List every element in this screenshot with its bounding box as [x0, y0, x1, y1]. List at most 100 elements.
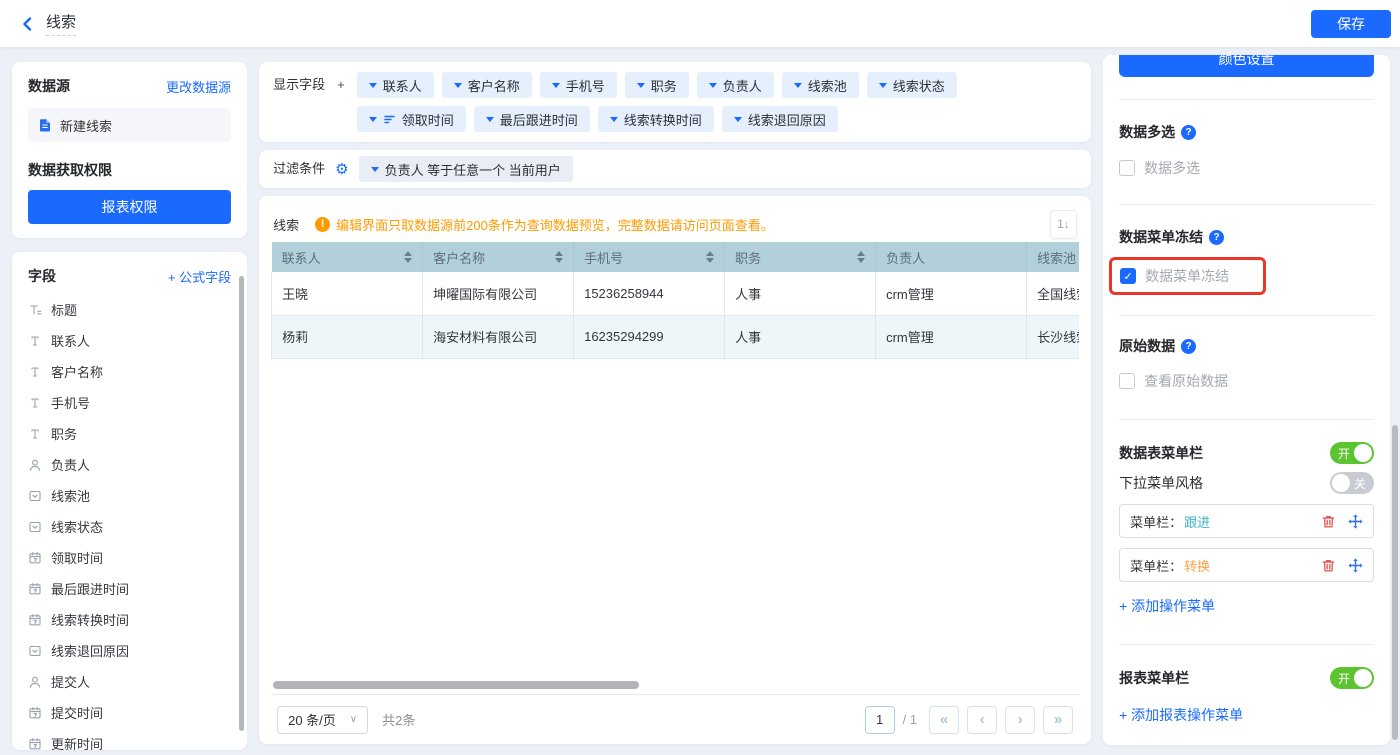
fields-list: 标题联系人客户名称手机号职务负责人线索池线索状态领取时间最后跟进时间线索转换时间…	[28, 294, 231, 750]
checkbox-unchecked-icon[interactable]	[1119, 160, 1135, 176]
move-icon[interactable]	[1348, 558, 1363, 573]
column-header[interactable]: 客户名称	[423, 242, 574, 272]
help-icon[interactable]: ?	[1181, 125, 1196, 140]
field-item[interactable]: 提交时间	[28, 697, 231, 728]
field-item[interactable]: 线索池	[28, 480, 231, 511]
add-action-menu-link[interactable]: + 添加操作菜单	[1119, 596, 1215, 616]
move-icon[interactable]	[1348, 514, 1363, 529]
trash-icon[interactable]	[1321, 514, 1336, 529]
help-icon[interactable]: ?	[1181, 339, 1196, 354]
checkbox-unchecked-icon[interactable]	[1119, 373, 1135, 389]
text-icon	[28, 427, 42, 441]
sort-arrows-icon[interactable]	[857, 251, 865, 263]
change-datasource-link[interactable]: 更改数据源	[166, 77, 231, 96]
last-page-button[interactable]: »	[1043, 706, 1073, 734]
field-item-label: 线索退回原因	[51, 641, 129, 660]
field-item[interactable]: 最后跟进时间	[28, 573, 231, 604]
menu-freeze-checkbox[interactable]: ✓ 数据菜单冻结	[1120, 266, 1229, 286]
table-cell: 人事	[725, 272, 876, 315]
chevron-down-icon: ∨	[350, 714, 357, 725]
display-field-chip[interactable]: 负责人	[697, 72, 774, 98]
previous-page-button[interactable]: ‹	[967, 706, 997, 734]
total-count: 共2条	[382, 710, 415, 729]
trash-icon[interactable]	[1321, 558, 1336, 573]
next-page-button[interactable]: ›	[1005, 706, 1035, 734]
numeric-sort-icon[interactable]: 1↓	[1050, 210, 1077, 239]
field-item[interactable]: 职务	[28, 418, 231, 449]
horizontal-scrollbar-thumb[interactable]	[273, 681, 639, 689]
chip-label: 客户名称	[468, 76, 520, 95]
display-field-chip[interactable]: 联系人	[357, 72, 434, 98]
raw-data-checkbox[interactable]: 查看原始数据	[1119, 371, 1374, 391]
table-cell: crm管理	[876, 272, 1027, 315]
chevron-down-icon	[552, 83, 560, 88]
menu-bar-item: 菜单栏：转换	[1119, 548, 1374, 582]
datasource-item[interactable]: 新建线索	[28, 108, 231, 142]
fields-scrollbar[interactable]	[239, 276, 244, 731]
display-field-chip[interactable]: 职务	[625, 72, 689, 98]
field-item[interactable]: 更新时间	[28, 728, 231, 750]
column-header[interactable]: 联系人	[272, 242, 423, 272]
report-menu-toggle[interactable]: 开	[1330, 667, 1374, 689]
field-item[interactable]: 线索状态	[28, 511, 231, 542]
sort-arrows-icon[interactable]	[404, 251, 412, 263]
chip-label: 职务	[651, 76, 677, 95]
column-header[interactable]: 职务	[725, 242, 876, 272]
field-item[interactable]: 客户名称	[28, 356, 231, 387]
back-icon[interactable]	[18, 14, 38, 34]
field-item[interactable]: 线索退回原因	[28, 635, 231, 666]
add-report-menu-link[interactable]: + 添加报表操作菜单	[1119, 705, 1243, 725]
color-settings-button[interactable]: 颜色设置	[1119, 55, 1374, 77]
display-field-chip[interactable]: 最后跟进时间	[474, 106, 590, 132]
display-field-chip[interactable]: 线索转换时间	[598, 106, 714, 132]
formula-field-link[interactable]: + 公式字段	[168, 267, 231, 286]
person-icon	[28, 458, 42, 472]
date-icon	[28, 582, 42, 596]
dropdown-style-toggle[interactable]: 关	[1330, 472, 1374, 494]
save-button[interactable]: 保存	[1311, 10, 1391, 38]
first-page-button[interactable]: «	[929, 706, 959, 734]
sort-arrows-icon[interactable]	[555, 251, 563, 263]
field-item[interactable]: 领取时间	[28, 542, 231, 573]
display-field-chip[interactable]: 客户名称	[442, 72, 532, 98]
field-item[interactable]: 标题	[28, 294, 231, 325]
chevron-down-icon	[371, 167, 379, 172]
page-scrollbar[interactable]	[1392, 425, 1398, 740]
preview-warning: ! 编辑界面只取数据源前200条作为查询数据预览，完整数据请访问页面查看。	[315, 215, 774, 234]
field-item[interactable]: 线索转换时间	[28, 604, 231, 635]
help-icon[interactable]: ?	[1209, 230, 1224, 245]
multi-select-checkbox[interactable]: 数据多选	[1119, 158, 1374, 178]
chevron-down-icon	[879, 83, 887, 88]
field-item-label: 标题	[51, 300, 77, 319]
current-page-input[interactable]: 1	[865, 706, 895, 734]
field-item-label: 更新时间	[51, 734, 103, 750]
select-icon	[28, 644, 42, 658]
display-field-chip[interactable]: 手机号	[540, 72, 617, 98]
field-item[interactable]: 手机号	[28, 387, 231, 418]
display-field-chip[interactable]: 线索状态	[867, 72, 957, 98]
chip-label: 线索状态	[893, 76, 945, 95]
chip-label: 联系人	[383, 76, 422, 95]
checkbox-checked-icon[interactable]: ✓	[1120, 268, 1136, 284]
display-field-chip[interactable]: 线索退回原因	[722, 106, 838, 132]
table-menu-toggle[interactable]: 开	[1330, 442, 1374, 464]
column-label: 联系人	[282, 248, 321, 267]
column-header[interactable]: 手机号	[574, 242, 725, 272]
display-field-chip[interactable]: 线索池	[782, 72, 859, 98]
sort-arrows-icon[interactable]	[706, 251, 714, 263]
filter-condition-chip[interactable]: 负责人 等于任意一个 当前用户	[359, 156, 573, 182]
fields-card: 字段 + 公式字段 标题联系人客户名称手机号职务负责人线索池线索状态领取时间最后…	[12, 252, 247, 750]
column-label: 客户名称	[433, 248, 485, 267]
filter-settings-gear-icon[interactable]: ⚙	[335, 162, 348, 177]
page-size-select[interactable]: 20 条/页 ∨	[277, 706, 368, 734]
field-item[interactable]: 提交人	[28, 666, 231, 697]
add-display-field-button[interactable]: +	[333, 72, 349, 98]
chip-label: 最后跟进时间	[500, 110, 578, 129]
table-cell: 长沙线索池	[1027, 315, 1080, 358]
field-item[interactable]: 负责人	[28, 449, 231, 480]
display-field-chip[interactable]: 领取时间	[357, 106, 466, 132]
table-cell: 坤曜国际有限公司	[423, 272, 574, 315]
report-permission-button[interactable]: 报表权限	[28, 190, 231, 224]
main-area: 数据源 更改数据源 新建线索 数据获取权限 报表权限 字段 + 公式字段 标题联…	[0, 47, 1400, 750]
field-item[interactable]: 联系人	[28, 325, 231, 356]
